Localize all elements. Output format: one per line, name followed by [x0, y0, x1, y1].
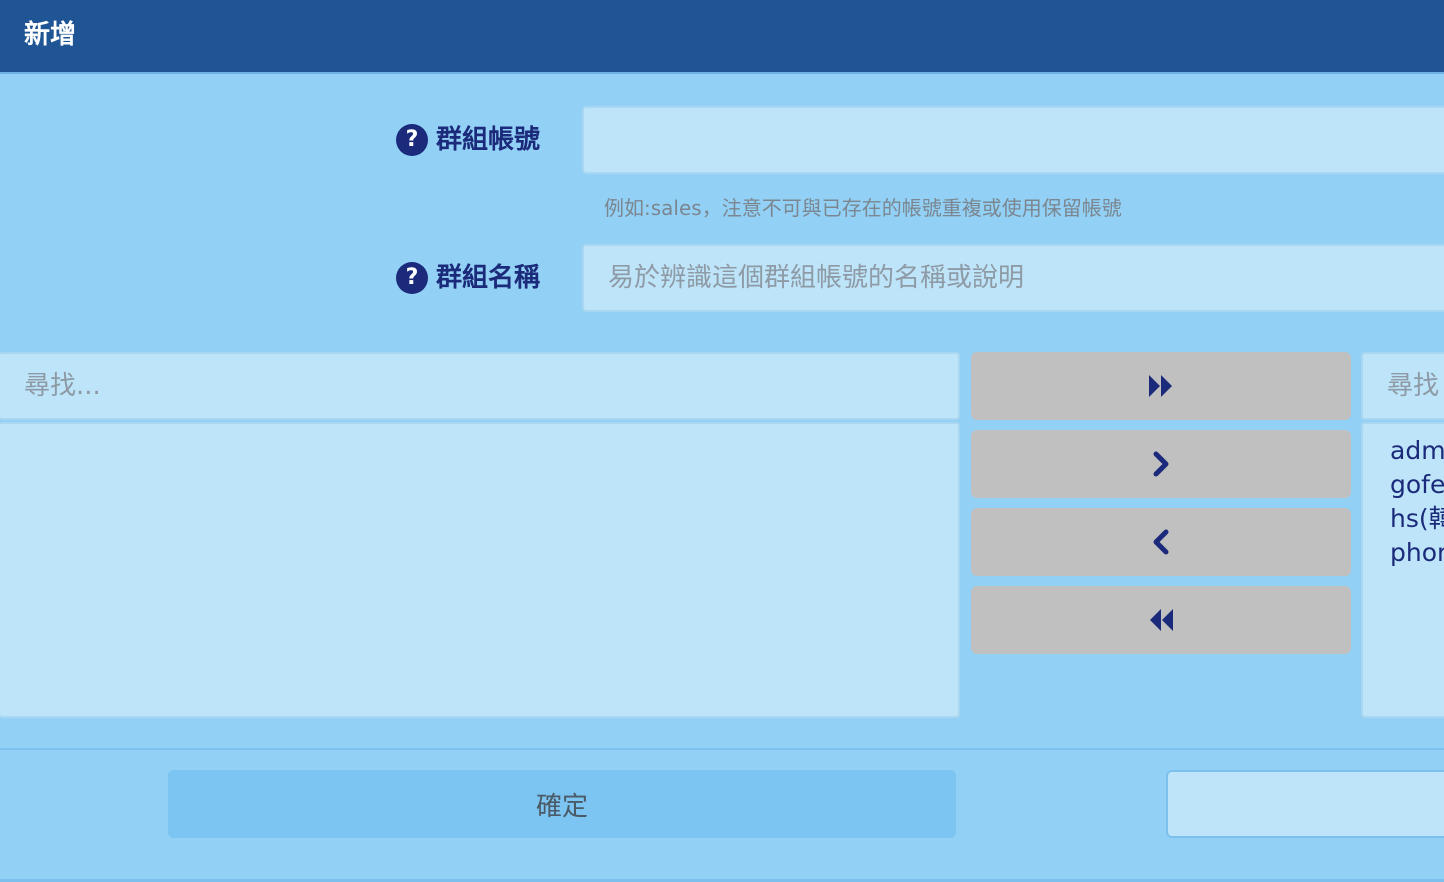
move-all-left-button[interactable]	[971, 586, 1351, 654]
list-item[interactable]: phor	[1390, 536, 1444, 570]
list-item[interactable]: adm	[1390, 434, 1444, 468]
available-search-input[interactable]	[0, 352, 960, 420]
double-chevron-right-icon	[1149, 375, 1172, 397]
chevron-left-icon	[1153, 529, 1169, 555]
selected-search-input[interactable]	[1361, 352, 1444, 420]
move-all-right-button[interactable]	[971, 352, 1351, 420]
dialog-title: 新增	[24, 20, 77, 50]
confirm-button[interactable]: 確定	[168, 770, 956, 838]
footer-divider	[0, 748, 1444, 750]
dialog-header: 新增	[0, 0, 1444, 74]
secondary-button[interactable]	[1166, 770, 1444, 838]
move-right-button[interactable]	[971, 430, 1351, 498]
group-name-label: 群組名稱	[436, 263, 541, 293]
group-account-label: 群組帳號	[436, 125, 541, 155]
list-item[interactable]: gofe	[1390, 468, 1444, 502]
chevron-right-icon	[1153, 451, 1169, 477]
help-circle-icon[interactable]: ?	[396, 262, 428, 294]
list-item[interactable]: hs(韓	[1390, 502, 1444, 536]
help-circle-icon[interactable]: ?	[396, 124, 428, 156]
group-account-input[interactable]	[582, 106, 1444, 174]
move-left-button[interactable]	[971, 508, 1351, 576]
double-chevron-left-icon	[1150, 609, 1173, 631]
group-account-hint: 例如:sales，注意不可與已存在的帳號重複或使用保留帳號	[604, 196, 1122, 220]
group-name-input[interactable]	[582, 244, 1444, 312]
selected-members-list[interactable]: adm gofe hs(韓 phor	[1361, 422, 1444, 718]
available-members-list[interactable]	[0, 422, 960, 718]
